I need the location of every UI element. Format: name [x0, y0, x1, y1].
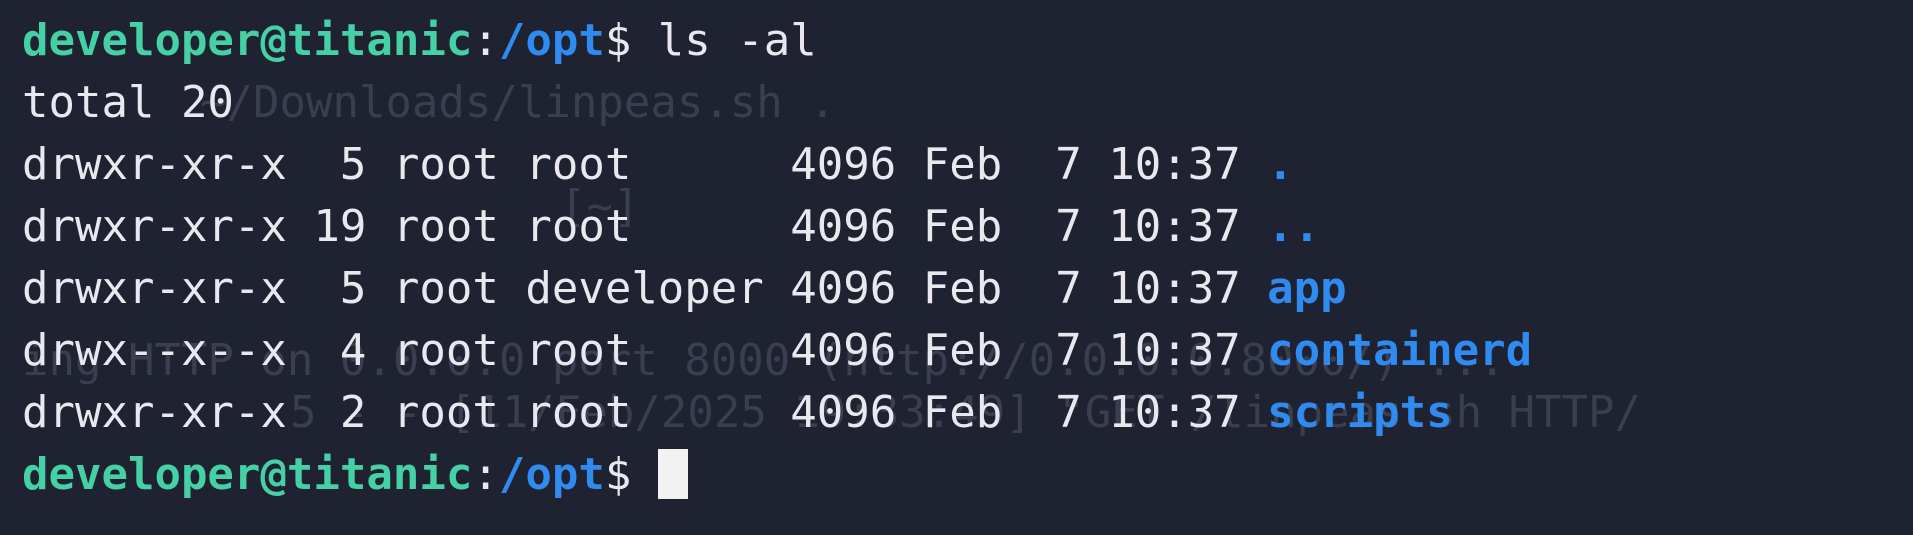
listing-row: drwx--x--x 4 root root 4096 Feb 7 10:37 … [22, 320, 1532, 382]
dir-name: app [1267, 263, 1347, 314]
group: developer [525, 263, 764, 314]
day: 7 [1028, 325, 1082, 376]
size: 4096 [790, 201, 897, 252]
links: 2 [313, 387, 367, 438]
dir-name: .. [1267, 201, 1321, 252]
time: 10:37 [1108, 201, 1241, 252]
month: Feb [922, 387, 1003, 438]
links: 5 [313, 263, 367, 314]
perms: drwxr-xr-x [22, 139, 287, 190]
owner: root [392, 139, 499, 190]
day: 7 [1028, 263, 1082, 314]
listing-row: drwxr-xr-x 5 root developer 4096 Feb 7 1… [22, 258, 1532, 320]
group: root [525, 139, 764, 190]
owner: root [392, 325, 499, 376]
size: 4096 [790, 325, 897, 376]
total-line: total 20 [22, 77, 234, 128]
links: 4 [313, 325, 367, 376]
command-text: ls -al [657, 15, 817, 66]
size: 4096 [790, 387, 897, 438]
month: Feb [922, 263, 1003, 314]
day: 7 [1028, 201, 1082, 252]
prompt-path: /opt [498, 15, 605, 66]
links: 19 [313, 201, 367, 252]
listing-row: drwxr-xr-x 5 root root 4096 Feb 7 10:37 … [22, 134, 1532, 196]
prompt-path: /opt [498, 449, 605, 500]
perms: drwxr-xr-x [22, 387, 287, 438]
month: Feb [922, 325, 1003, 376]
time: 10:37 [1108, 263, 1241, 314]
time: 10:37 [1108, 387, 1241, 438]
terminal-window[interactable]: ~/Downloads/linpeas.sh . [~] ing HTTP on… [0, 0, 1913, 535]
perms: drwxr-xr-x [22, 263, 287, 314]
dir-name: scripts [1267, 387, 1453, 438]
prompt-separator: : [472, 15, 499, 66]
size: 4096 [790, 139, 897, 190]
owner: root [392, 387, 499, 438]
prompt-symbol: $ [604, 15, 658, 66]
perms: drwx--x--x [22, 325, 287, 376]
time: 10:37 [1108, 325, 1241, 376]
links: 5 [313, 139, 367, 190]
prompt-separator: : [472, 449, 499, 500]
prompt-user-host: developer@titanic [22, 15, 473, 66]
time: 10:37 [1108, 139, 1241, 190]
text-cursor[interactable] [657, 449, 688, 499]
listing-row: drwxr-xr-x 2 root root 4096 Feb 7 10:37 … [22, 382, 1532, 444]
listing-row: drwxr-xr-x 19 root root 4096 Feb 7 10:37… [22, 196, 1532, 258]
dir-name: containerd [1267, 325, 1533, 376]
day: 7 [1028, 387, 1082, 438]
dir-name: . [1267, 139, 1294, 190]
prompt-user-host: developer@titanic [22, 449, 473, 500]
command-line: developer@titanic:/opt$ ls -al [22, 10, 1532, 72]
owner: root [392, 201, 499, 252]
day: 7 [1028, 139, 1082, 190]
group: root [525, 387, 764, 438]
prompt-symbol: $ [604, 449, 658, 500]
month: Feb [922, 201, 1003, 252]
month: Feb [922, 139, 1003, 190]
owner: root [392, 263, 499, 314]
perms: drwxr-xr-x [22, 201, 287, 252]
current-prompt-line[interactable]: developer@titanic:/opt$ [22, 444, 1532, 506]
group: root [525, 201, 764, 252]
size: 4096 [790, 263, 897, 314]
group: root [525, 325, 764, 376]
terminal-output: developer@titanic:/opt$ ls -al total 20 … [22, 10, 1532, 506]
